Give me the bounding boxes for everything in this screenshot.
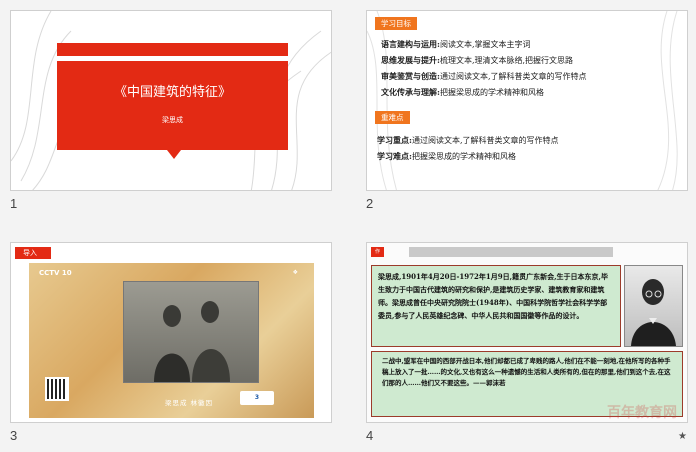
nav-tab: [443, 247, 477, 257]
slide-thumbnail-3[interactable]: 导入 CCTV 10 ❖ 梁思成 林徽因 3: [10, 242, 332, 423]
objective-row-3: 审美鉴赏与创造:通过阅读文本,了解科普类文章的写作特点: [381, 71, 587, 81]
star-icon: ★: [678, 431, 687, 442]
video-frame: CCTV 10 ❖ 梁思成 林徽因 3: [29, 263, 314, 418]
focus-row-1: 学习重点:通过阅读文本,了解科普类文章的写作特点: [377, 135, 559, 145]
watermark-text: 百年教育网: [607, 405, 677, 421]
nav-tab: [545, 247, 579, 257]
author-portrait: [624, 265, 683, 347]
focus-tag: 重难点: [375, 111, 410, 124]
video-caption: 梁思成 林徽因: [164, 399, 214, 407]
title-box: [57, 61, 288, 150]
channel-logo: CCTV 10: [39, 269, 72, 277]
slide-number-4: 4: [366, 428, 374, 443]
title-box-pointer: [167, 150, 181, 159]
focus-row-2: 学习难点:把握梁思成的学术精神和风格: [377, 151, 516, 161]
channel-badge: 3: [240, 391, 274, 405]
objectives-tag: 学习目标: [375, 17, 417, 30]
nav-tab: [409, 247, 443, 257]
nav-tab: [579, 247, 613, 257]
intro-tag: 导入: [15, 247, 51, 259]
historical-photo: [123, 281, 259, 383]
nav-tab-active: 作者简介: [371, 247, 385, 285]
slide-author: 梁思成: [162, 116, 183, 124]
objective-row-4: 文化传承与理解:把握梁思成的学术精神和风格: [381, 87, 544, 97]
objective-row-2: 思维发展与提升:梳理文本,理清文本脉络,把握行文思路: [381, 55, 574, 65]
slide-number-2: 2: [366, 196, 374, 211]
title-top-bar: [57, 43, 288, 56]
slide-thumbnail-1[interactable]: 《中国建筑的特征》 梁思成: [10, 10, 332, 191]
objective-row-1: 语言建构与运用:阅读文本,掌握文本主字词: [381, 39, 531, 49]
author-bio: 梁思成,1901年4月20日-1972年1月9日,籍贯广东新会,生于日本东京,毕…: [371, 265, 621, 347]
qr-code-icon: [45, 377, 69, 401]
slide-number-3: 3: [10, 428, 18, 443]
portrait-figure-icon: [631, 279, 676, 346]
background-swirl: [367, 11, 678, 190]
nav-tab: [511, 247, 545, 257]
slide-thumbnail-2[interactable]: 学习目标 语言建构与运用:阅读文本,掌握文本主字词 思维发展与提升:梳理文本,理…: [366, 10, 688, 191]
slide-number-1: 1: [10, 196, 18, 211]
slide-title: 《中国建筑的特征》: [113, 85, 231, 100]
program-logo-icon: ❖: [292, 269, 298, 276]
nav-tab: [477, 247, 511, 257]
couple-silhouette-icon: [154, 301, 230, 382]
slide-thumbnail-4[interactable]: 作者简介 梁思成,1901年4月20日-1972年1月9日,籍贯广东新会,生于日…: [366, 242, 688, 423]
